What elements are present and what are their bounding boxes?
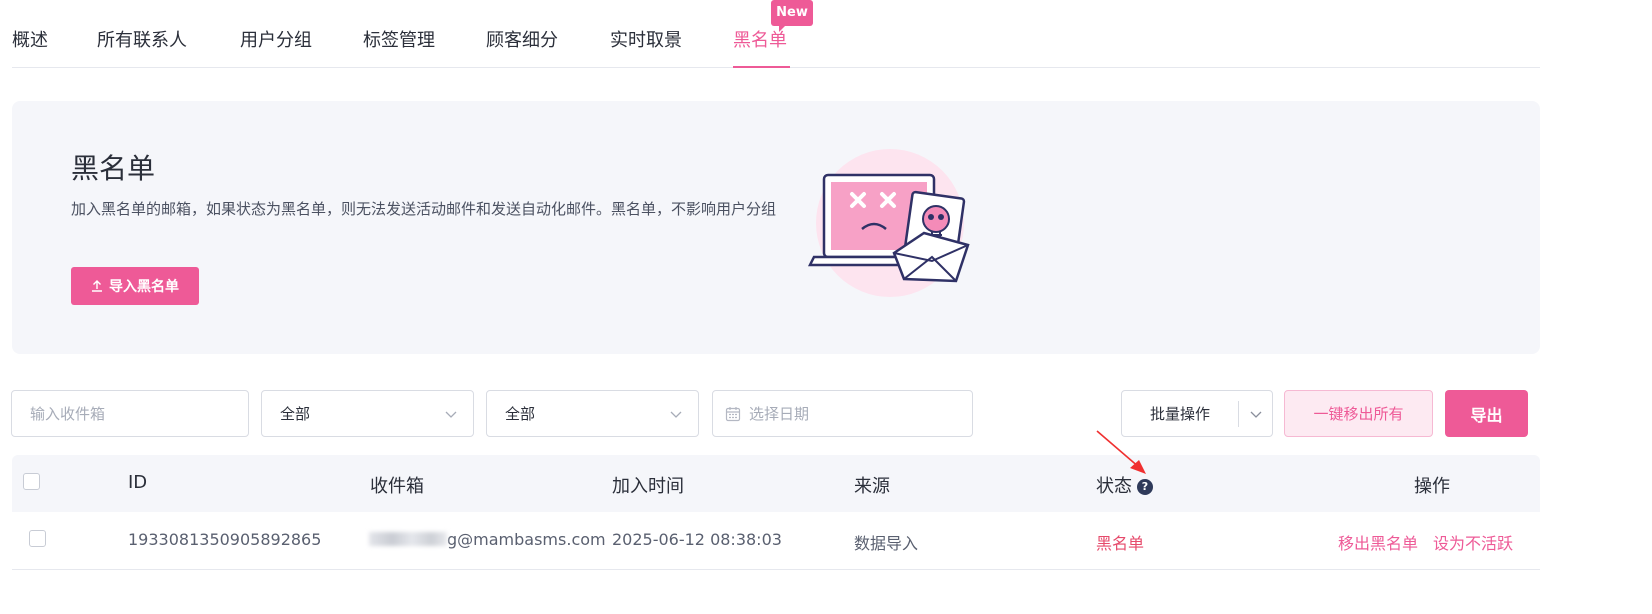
filter-select-2[interactable]: 全部 [486, 390, 699, 437]
inbox-search-input[interactable]: 输入收件箱 [11, 390, 249, 437]
redacted-email-prefix [369, 532, 447, 546]
row-inbox-suffix: g@mambasms.com [447, 530, 606, 549]
remove-from-blacklist-link[interactable]: 移出黑名单 [1338, 530, 1418, 554]
row-inbox: g@mambasms.com [369, 530, 606, 549]
page-title: 黑名单 [71, 152, 156, 185]
tab-all-contacts[interactable]: 所有联系人 [97, 26, 187, 52]
import-blacklist-button[interactable]: 导入黑名单 [71, 267, 199, 305]
tab-live-view[interactable]: 实时取景 [610, 26, 682, 52]
annotation-arrow-icon [1096, 430, 1146, 474]
upload-icon [92, 280, 102, 292]
blacklist-illustration-icon [807, 149, 970, 297]
date-picker-input[interactable]: 选择日期 [712, 390, 973, 437]
row-checkbox[interactable] [29, 530, 46, 547]
batch-actions-label: 批量操作 [1149, 405, 1210, 423]
chevron-down-icon [670, 411, 682, 418]
batch-dropdown-toggle[interactable] [1239, 408, 1272, 420]
filter-select-2-value: 全部 [505, 405, 536, 423]
chevron-down-icon [1250, 411, 1261, 418]
export-button[interactable]: 导出 [1445, 390, 1528, 437]
active-tab-indicator [733, 66, 790, 68]
tab-customer-segments[interactable]: 顾客细分 [486, 26, 558, 52]
remove-all-button[interactable]: 一键移出所有 [1284, 390, 1433, 437]
row-id: 1933081350905892865 [128, 530, 322, 549]
tab-user-groups[interactable]: 用户分组 [240, 26, 312, 52]
help-icon[interactable]: ? [1137, 479, 1153, 495]
row-added-time: 2025-06-12 08:38:03 [612, 530, 782, 549]
set-inactive-link[interactable]: 设为不活跃 [1433, 530, 1513, 554]
column-header-status-label: 状态 [1096, 476, 1132, 497]
column-header-source: 来源 [854, 476, 890, 497]
column-header-operations: 操作 [1414, 476, 1450, 497]
table-row: 1933081350905892865 g@mambasms.com 2025-… [12, 512, 1540, 570]
row-source: 数据导入 [854, 534, 919, 553]
tab-overview[interactable]: 概述 [12, 26, 48, 52]
column-header-added-time: 加入时间 [612, 476, 684, 497]
chevron-down-icon [445, 411, 457, 418]
table-header: ID 收件箱 加入时间 来源 状态? 操作 [12, 455, 1540, 512]
column-header-id: ID [128, 472, 148, 493]
column-header-inbox: 收件箱 [370, 476, 424, 497]
blacklist-hero-panel: 黑名单 加入黑名单的邮箱，如果状态为黑名单，则无法发送活动邮件和发送自动化邮件。… [12, 101, 1540, 354]
inbox-search-placeholder: 输入收件箱 [30, 405, 106, 423]
import-blacklist-label: 导入黑名单 [109, 279, 179, 295]
calendar-icon [725, 406, 741, 421]
filter-select-1[interactable]: 全部 [261, 390, 474, 437]
select-all-checkbox[interactable] [23, 473, 40, 490]
new-badge: New [771, 0, 813, 32]
filter-select-1-value: 全部 [280, 405, 311, 423]
page-description: 加入黑名单的邮箱，如果状态为黑名单，则无法发送活动邮件和发送自动化邮件。黑名单，… [71, 200, 777, 218]
row-status: 黑名单 [1096, 534, 1145, 553]
tab-tag-management[interactable]: 标签管理 [363, 26, 435, 52]
date-picker-placeholder: 选择日期 [749, 405, 810, 423]
